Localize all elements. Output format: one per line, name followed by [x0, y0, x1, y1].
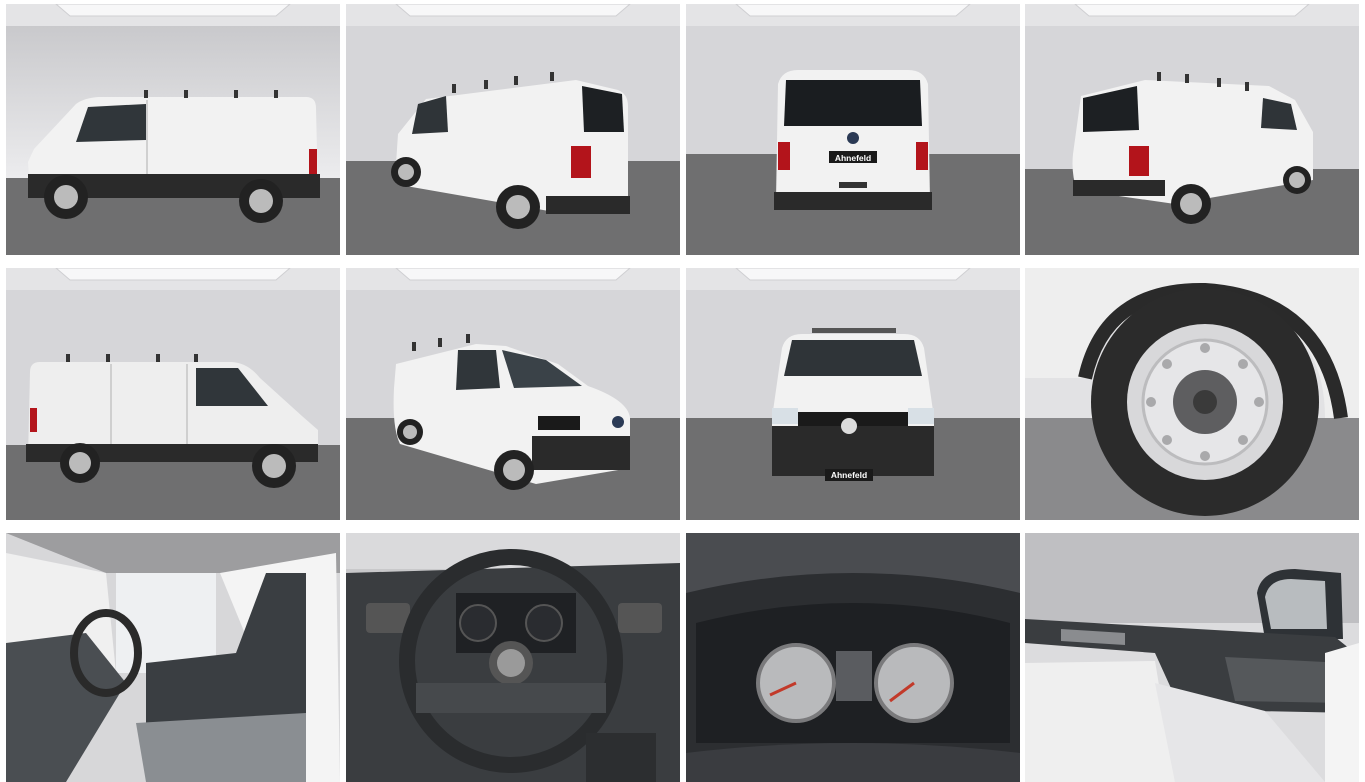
wheel-closeup-image [1025, 268, 1359, 520]
gallery-photo-instrument-cluster[interactable] [686, 533, 1020, 782]
gallery-photo-front-three-quarter-right[interactable] [346, 268, 680, 520]
door-panel-image [1025, 533, 1359, 782]
van-side-left-image [6, 4, 340, 255]
interior-seats-image [6, 533, 340, 782]
gallery-photo-rear-three-quarter-right[interactable] [1025, 4, 1359, 255]
gallery-photo-rear[interactable]: Ahnefeld [686, 4, 1020, 255]
van-front-image: Ahnefeld [686, 268, 1020, 520]
gallery-photo-door-panel[interactable] [1025, 533, 1359, 782]
license-plate-text: Ahnefeld [831, 470, 867, 480]
van-rear-image: Ahnefeld [686, 4, 1020, 255]
gallery-photo-wheel-closeup[interactable] [1025, 268, 1359, 520]
license-plate-text: Ahnefeld [835, 153, 871, 163]
instrument-cluster-image [686, 533, 1020, 782]
gallery-photo-rear-three-quarter-left[interactable] [346, 4, 680, 255]
steering-wheel-image [346, 533, 680, 782]
gallery-photo-steering-wheel[interactable] [346, 533, 680, 782]
gallery-photo-side-right[interactable] [6, 268, 340, 520]
photo-gallery: Ahnefeld Ahnefeld [0, 0, 1365, 782]
gallery-photo-side-left[interactable] [6, 4, 340, 255]
van-rear-three-quarter-right-image [1025, 4, 1359, 255]
van-front-three-quarter-right-image [346, 268, 680, 520]
van-rear-three-quarter-left-image [346, 4, 680, 255]
gallery-photo-interior-seats[interactable] [6, 533, 340, 782]
gallery-photo-front[interactable]: Ahnefeld [686, 268, 1020, 520]
van-side-right-image [6, 268, 340, 520]
